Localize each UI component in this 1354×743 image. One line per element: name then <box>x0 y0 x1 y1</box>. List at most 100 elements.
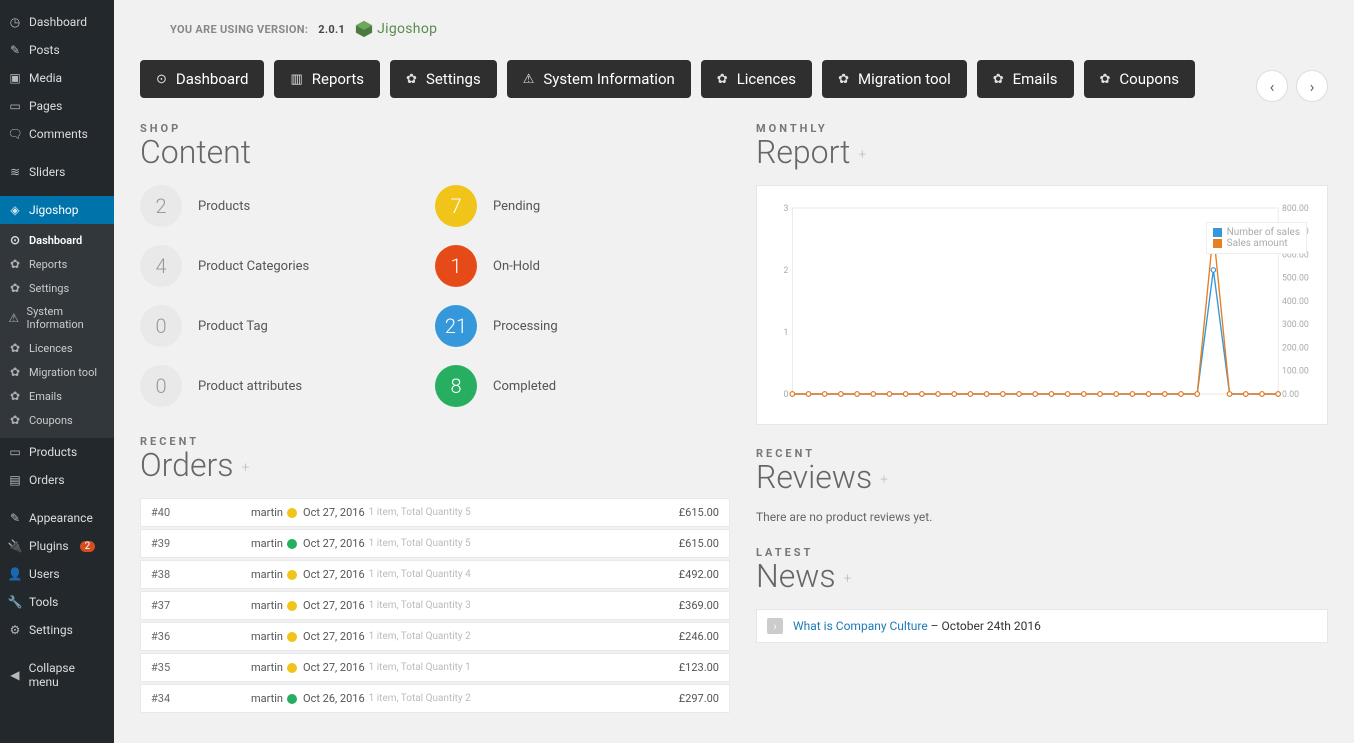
menu-label: Plugins <box>29 539 69 553</box>
order-row[interactable]: #36martinOct 27, 20161 item, Total Quant… <box>140 622 730 651</box>
update-badge: 2 <box>80 541 96 552</box>
tab-icon: ✿ <box>406 72 417 87</box>
sidebar-item-collapse-menu[interactable]: ◀Collapse menu <box>0 654 114 696</box>
menu-label: Emails <box>29 390 62 403</box>
sidebar-item-tools[interactable]: 🔧Tools <box>0 588 114 616</box>
sidebar-item-jigoshop[interactable]: ◈Jigoshop <box>0 196 114 224</box>
order-row[interactable]: #34martinOct 26, 20161 item, Total Quant… <box>140 684 730 713</box>
tab-label: System Information <box>543 70 674 88</box>
counter-products[interactable]: 2Products <box>140 185 435 227</box>
orders-expand-icon[interactable]: + <box>241 460 249 476</box>
tab-settings[interactable]: ✿Settings <box>390 60 497 98</box>
order-row[interactable]: #38martinOct 27, 20161 item, Total Quant… <box>140 560 730 589</box>
submenu-item-migration-tool[interactable]: ✿Migration tool <box>0 360 114 384</box>
submenu-item-coupons[interactable]: ✿ Coupons <box>0 408 114 432</box>
svg-text:3: 3 <box>784 204 789 214</box>
tab-reports[interactable]: ▥Reports <box>274 60 380 98</box>
submenu-item-system-information[interactable]: ⚠System Information <box>0 300 114 336</box>
news-link[interactable]: What is Company Culture <box>793 619 928 633</box>
counter-product-categories[interactable]: 4Product Categories <box>140 245 435 287</box>
counter-product-attributes[interactable]: 0 Product attributes <box>140 365 435 407</box>
menu-icon: ▭ <box>8 445 22 459</box>
counter-value: 0 <box>140 305 182 347</box>
counter-product-tag[interactable]: 0Product Tag <box>140 305 435 347</box>
order-row[interactable]: #35martinOct 27, 20161 item, Total Quant… <box>140 653 730 682</box>
menu-icon: ✿ <box>8 365 22 379</box>
sidebar-item-comments[interactable]: 🗨Comments <box>0 120 114 148</box>
order-meta: 1 item, Total Quantity 4 <box>369 569 471 580</box>
sidebar-item-orders[interactable]: ▤Orders <box>0 466 114 494</box>
report-next-button[interactable]: › <box>1296 70 1328 102</box>
tab-icon: ✿ <box>717 72 728 87</box>
brand-name: Jigoshop <box>377 21 437 37</box>
sidebar-item-products[interactable]: ▭ Products <box>0 438 114 466</box>
sidebar-item-sliders[interactable]: ≋Sliders <box>0 158 114 186</box>
tab-dashboard[interactable]: ⊙Dashboard <box>140 60 264 98</box>
reviews-section: RECENT Reviews+ There are no product rev… <box>756 447 1328 524</box>
menu-label: Comments <box>29 127 88 141</box>
menu-icon: ◷ <box>8 15 22 29</box>
order-status-dot <box>287 539 297 549</box>
tab-coupons[interactable]: ✿Coupons <box>1084 60 1196 98</box>
sidebar-item-users[interactable]: 👤Users <box>0 560 114 588</box>
order-row[interactable]: #37martinOct 27, 20161 item, Total Quant… <box>140 591 730 620</box>
tab-icon: ✿ <box>838 72 849 87</box>
counter-pending[interactable]: 7Pending <box>435 185 730 227</box>
svg-text:300.00: 300.00 <box>1282 320 1309 330</box>
news-title: News <box>756 557 836 595</box>
reviews-expand-icon[interactable]: + <box>880 472 888 488</box>
menu-label: Products <box>29 445 77 459</box>
news-arrow-icon: › <box>767 618 783 634</box>
sidebar-item-dashboard[interactable]: ◷Dashboard <box>0 8 114 36</box>
order-amount: £615.00 <box>679 537 719 550</box>
sidebar-item-media[interactable]: ▣Media <box>0 64 114 92</box>
menu-label: Coupons <box>29 414 73 427</box>
order-user: martin <box>251 568 281 581</box>
brand-logo: Jigoshop <box>355 20 437 38</box>
sidebar-item-appearance[interactable]: ✎Appearance <box>0 504 114 532</box>
sidebar-item-plugins[interactable]: 🔌 Plugins 2 <box>0 532 114 560</box>
version-banner: YOU ARE USING VERSION: 2.0.1 Jigoshop <box>170 20 1328 38</box>
menu-icon: ▭ <box>8 99 22 113</box>
submenu-item-reports[interactable]: ✿Reports <box>0 252 114 276</box>
tab-icon: ▥ <box>290 72 302 87</box>
order-id: #34 <box>151 692 251 705</box>
tab-emails[interactable]: ✿Emails <box>977 60 1074 98</box>
counter-on-hold[interactable]: 1On-Hold <box>435 245 730 287</box>
order-id: #38 <box>151 568 251 581</box>
order-status-dot <box>287 694 297 704</box>
reviews-empty-text: There are no product reviews yet. <box>756 510 1328 524</box>
menu-icon: ✿ <box>8 413 22 427</box>
counter-processing[interactable]: 21Processing <box>435 305 730 347</box>
order-row[interactable]: #40martinOct 27, 20161 item, Total Quant… <box>140 498 730 527</box>
news-item[interactable]: › What is Company Culture – October 24th… <box>756 609 1328 643</box>
tab-system-information[interactable]: ⚠ System Information <box>507 60 691 98</box>
report-expand-icon[interactable]: + <box>858 147 866 163</box>
news-expand-icon[interactable]: + <box>844 571 852 587</box>
counter-label: Product attributes <box>198 379 302 394</box>
legend-swatch-sales-amount <box>1213 239 1222 248</box>
svg-text:200.00: 200.00 <box>1282 343 1309 353</box>
sidebar-item-pages[interactable]: ▭Pages <box>0 92 114 120</box>
menu-label: Orders <box>29 473 65 487</box>
counter-label: Products <box>198 199 250 214</box>
tab-migration-tool[interactable]: ✿Migration tool <box>822 60 967 98</box>
tab-licences[interactable]: ✿Licences <box>701 60 812 98</box>
report-prev-button[interactable]: ‹ <box>1256 70 1288 102</box>
submenu-item-dashboard[interactable]: ⊙Dashboard <box>0 228 114 252</box>
menu-label: Licences <box>29 342 73 355</box>
submenu-item-licences[interactable]: ✿Licences <box>0 336 114 360</box>
order-id: #36 <box>151 630 251 643</box>
sidebar-item-posts[interactable]: ✎Posts <box>0 36 114 64</box>
counter-label: Processing <box>493 319 558 334</box>
sidebar-item-settings[interactable]: ⚙Settings <box>0 616 114 644</box>
counter-completed[interactable]: 8Completed <box>435 365 730 407</box>
order-row[interactable]: #39martinOct 27, 20161 item, Total Quant… <box>140 529 730 558</box>
menu-icon: 🔌 <box>8 539 22 553</box>
submenu-item-emails[interactable]: ✿Emails <box>0 384 114 408</box>
submenu-item-settings[interactable]: ✿Settings <box>0 276 114 300</box>
counter-value: 0 <box>140 365 182 407</box>
tab-icon: ⚠ <box>523 72 535 87</box>
svg-text:800.00: 800.00 <box>1282 204 1309 214</box>
order-meta: 1 item, Total Quantity 5 <box>369 507 471 518</box>
